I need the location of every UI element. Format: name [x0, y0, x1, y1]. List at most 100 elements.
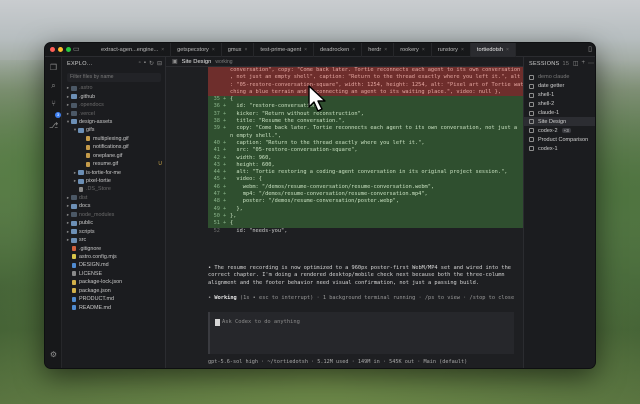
project-tab[interactable]: test-prime-agent × — [254, 43, 315, 57]
folder-item[interactable]: ▸ .vercel — [62, 109, 165, 117]
file-item[interactable]: oneplane.gif — [62, 152, 165, 160]
session-item[interactable]: date getter — [524, 82, 595, 91]
new-file-icon[interactable]: ▫ — [139, 60, 141, 67]
new-folder-icon[interactable]: ▪ — [144, 60, 146, 67]
folder-item[interactable]: ▸ node_modules — [62, 211, 165, 219]
folder-icon — [71, 220, 77, 226]
file-icon — [72, 271, 76, 277]
file-item[interactable]: PRODUCT.md — [62, 295, 165, 303]
terminal-icon — [529, 83, 534, 89]
tab-label: test-prime-agent — [260, 47, 302, 53]
folder-item[interactable]: ▸ .github — [62, 92, 165, 100]
tab-close-icon[interactable]: × — [384, 47, 387, 53]
folder-item[interactable]: ▸ .opendocs — [62, 101, 165, 109]
code-text: title: "Resume the conversation.", — [230, 118, 345, 125]
session-item[interactable]: shell-2 — [524, 100, 595, 109]
terminal-icon — [529, 119, 534, 125]
minimize-window-button[interactable] — [58, 47, 63, 52]
session-item[interactable]: claude-1 — [524, 109, 595, 118]
file-filter-input[interactable]: Filter files by name — [67, 73, 161, 82]
folder-item[interactable]: ▸ dist — [62, 194, 165, 202]
folder-item[interactable]: ▸ is-tortie-for-me — [62, 168, 165, 176]
tab-close-icon[interactable]: × — [161, 47, 164, 53]
file-item[interactable]: astro.config.mjs — [62, 253, 165, 261]
folder-icon — [78, 127, 84, 133]
git-status-badge: U — [158, 161, 162, 168]
file-item[interactable]: multiplexing.gif — [62, 135, 165, 143]
project-tab[interactable]: runstory × — [432, 43, 471, 57]
file-item[interactable]: LICENSE — [62, 270, 165, 278]
code-text: : "05-restore-conversation-square", widt… — [230, 81, 523, 88]
folder-item[interactable]: ▸ docs — [62, 202, 165, 210]
code-text: }, — [230, 212, 237, 219]
file-label: src — [79, 237, 87, 244]
sidebar-toggle-icon[interactable]: ▭ — [73, 45, 80, 53]
source-control-icon[interactable]: ⑂ — [49, 99, 58, 108]
file-label: node_modules — [79, 211, 115, 218]
settings-gear-icon[interactable]: ⚙ — [49, 350, 58, 359]
folder-item[interactable]: ▸ scripts — [62, 227, 165, 235]
file-icon — [79, 186, 83, 192]
session-label: shell-1 — [538, 92, 555, 99]
project-tab[interactable]: gmux × — [222, 43, 255, 57]
line-number: 37 — [213, 110, 220, 117]
project-tab[interactable]: deadrocken × — [314, 43, 363, 57]
file-item[interactable]: README.md — [62, 303, 165, 311]
close-window-button[interactable] — [50, 47, 55, 52]
folder-item[interactable]: ▾ design-assets — [62, 118, 165, 126]
project-tab[interactable]: extract-agen...engine... × — [95, 43, 172, 57]
folder-icon — [71, 119, 77, 125]
tab-close-icon[interactable]: × — [506, 47, 509, 53]
session-item[interactable]: codex-1 — [524, 144, 595, 153]
explorer-icon[interactable]: ❐ — [49, 63, 58, 72]
folder-item[interactable]: ▸ src — [62, 236, 165, 244]
file-item[interactable]: resume.gif U — [62, 160, 165, 168]
file-label: pixel-tortie — [86, 178, 111, 185]
layout-icon[interactable]: ▯ — [588, 45, 592, 53]
project-tab[interactable]: rookery × — [394, 43, 432, 57]
file-item[interactable]: DESIGN.md — [62, 261, 165, 269]
refresh-icon[interactable]: ↻ — [149, 60, 154, 67]
tab-label: deadrocken — [320, 47, 350, 53]
tab-close-icon[interactable]: × — [461, 47, 464, 53]
git-branch-icon[interactable]: ⎇ — [49, 121, 58, 130]
session-item[interactable]: demo claude — [524, 73, 595, 82]
tab-close-icon[interactable]: × — [304, 47, 307, 53]
session-item[interactable]: shell-1 — [524, 91, 595, 100]
file-item[interactable]: .DS_Store — [62, 185, 165, 193]
file-item[interactable]: package-lock.json — [62, 278, 165, 286]
file-item[interactable]: .gitignore — [62, 244, 165, 252]
folder-item[interactable]: ▸ .astro — [62, 84, 165, 92]
more-options-icon[interactable]: ⋯ — [588, 60, 594, 67]
project-tab[interactable]: tortiedotsh × — [470, 43, 516, 57]
tab-label: rookery — [400, 47, 419, 53]
code-text: alt: "Tortie restoring a coding-agent co… — [230, 169, 508, 176]
diff-line-removed: ching a blue terrain and reconnecting an… — [208, 88, 523, 97]
folder-icon — [71, 94, 77, 100]
add-session-icon[interactable]: + — [581, 60, 585, 67]
folder-item[interactable]: ▾ gifs — [62, 126, 165, 134]
session-item[interactable]: Site Design — [524, 117, 595, 127]
file-item[interactable]: package.json — [62, 287, 165, 295]
session-item[interactable]: Product Comparison — [524, 135, 595, 144]
split-view-icon[interactable]: ◫ — [573, 60, 579, 67]
diff-line-added: 38 + title: "Resume the conversation.", — [208, 118, 523, 126]
project-tab[interactable]: herdr × — [362, 43, 395, 57]
search-icon[interactable]: ⌕ — [49, 81, 58, 90]
diff-line-added: n empty shell.", — [208, 132, 523, 140]
folder-item[interactable]: ▸ pixel-tortie — [62, 177, 165, 185]
folder-item[interactable]: ▸ public — [62, 219, 165, 227]
collapse-all-icon[interactable]: ⊟ — [157, 60, 162, 67]
prompt-composer[interactable]: Ask Codex to do anything — [208, 312, 514, 354]
tab-close-icon[interactable]: × — [422, 47, 425, 53]
file-item[interactable]: notifications.gif — [62, 143, 165, 151]
tab-close-icon[interactable]: × — [244, 47, 247, 53]
session-item[interactable]: codex-2 +3 — [524, 126, 595, 135]
maximize-window-button[interactable] — [66, 47, 71, 52]
diff-line-context: 52 id: "needs-you", — [208, 227, 523, 235]
tab-close-icon[interactable]: × — [352, 47, 355, 53]
file-label: oneplane.gif — [93, 152, 123, 159]
tab-close-icon[interactable]: × — [212, 47, 215, 53]
editor-header: ▣ Site Design working — [166, 57, 523, 67]
project-tab[interactable]: getspecstory × — [171, 43, 222, 57]
